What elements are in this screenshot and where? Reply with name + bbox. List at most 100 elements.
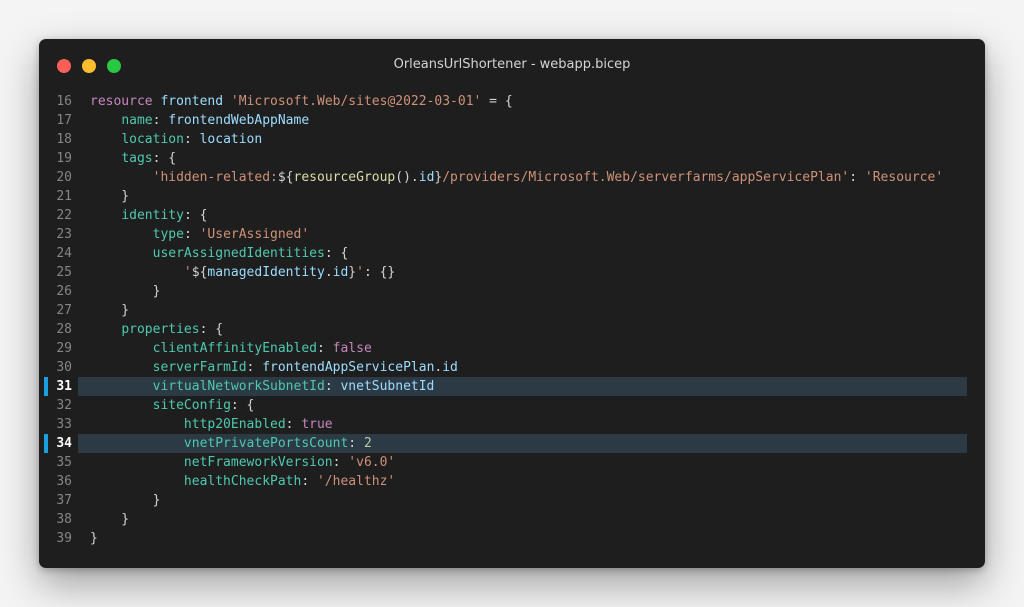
code-area[interactable]: 16 resource frontend 'Microsoft.Web/sites… (39, 92, 985, 548)
code-line[interactable]: 24 userAssignedIdentities: { (39, 244, 985, 263)
code-token: frontendWebAppName (168, 113, 310, 128)
code-line[interactable]: 26 } (39, 282, 985, 301)
code-token: netFrameworkVersion (183, 455, 333, 470)
line-number: 32 (56, 398, 72, 413)
code-line[interactable]: 27 } (39, 301, 985, 320)
line-number: 33 (56, 417, 72, 432)
code-token: type (152, 227, 184, 242)
code-token: virtualNetworkSubnetId (152, 379, 325, 394)
code-token: : { (324, 246, 349, 261)
line-source: } (90, 282, 161, 301)
line-source: resource frontend 'Microsoft.Web/sites@2… (90, 92, 513, 111)
line-number: 37 (56, 493, 72, 508)
code-token: location (121, 132, 184, 147)
line-source: } (90, 510, 129, 529)
code-token: '/healthz' (316, 474, 396, 489)
code-line-highlighted[interactable]: 34 vnetPrivatePortsCount: 2 (39, 434, 985, 453)
code-token: false (332, 341, 372, 356)
code-line[interactable]: 19 tags: { (39, 149, 985, 168)
code-token: : (324, 379, 341, 394)
code-token: : (152, 113, 169, 128)
code-token: } (90, 284, 161, 299)
code-line[interactable]: 30 serverFarmId: frontendAppServicePlan.… (39, 358, 985, 377)
line-number: 26 (56, 284, 72, 299)
code-line[interactable]: 29 clientAffinityEnabled: false (39, 339, 985, 358)
code-line-highlighted[interactable]: 31 virtualNetworkSubnetId: vnetSubnetId (39, 377, 985, 396)
line-number: 39 (56, 531, 72, 546)
code-token: ${ (191, 265, 208, 280)
code-token: clientAffinityEnabled (152, 341, 317, 356)
code-line[interactable]: 36 healthCheckPath: '/healthz' (39, 472, 985, 491)
line-source: vnetPrivatePortsCount: 2 (90, 434, 372, 453)
line-source: netFrameworkVersion: 'v6.0' (90, 453, 395, 472)
editor-window: OrleansUrlShortener - webapp.bicep 16 res… (39, 39, 985, 568)
line-number: 35 (56, 455, 72, 470)
line-source: name: frontendWebAppName (90, 111, 309, 130)
code-line[interactable]: 32 siteConfig: { (39, 396, 985, 415)
code-token: ${ (277, 170, 294, 185)
line-number: 20 (56, 170, 72, 185)
code-token: : (849, 170, 865, 185)
code-line[interactable]: 17 name: frontendWebAppName (39, 111, 985, 130)
code-line[interactable]: 16 resource frontend 'Microsoft.Web/sites… (39, 92, 985, 111)
code-token: 'UserAssigned' (199, 227, 310, 242)
code-line[interactable]: 23 type: 'UserAssigned' (39, 225, 985, 244)
line-source: 'hidden-related:${resourceGroup().id}/pr… (90, 168, 944, 187)
code-token: ' (356, 265, 364, 280)
title-bar: OrleansUrlShortener - webapp.bicep (39, 39, 985, 95)
code-line[interactable]: 20 'hidden-related:${resourceGroup().id}… (39, 168, 985, 187)
code-line[interactable]: 22 identity: { (39, 206, 985, 225)
line-number: 19 (56, 151, 72, 166)
code-token: : (301, 474, 317, 489)
code-line[interactable]: 25 '${managedIdentity.id}': {} (39, 263, 985, 282)
code-token: id (442, 360, 458, 375)
code-line[interactable]: 39} (39, 529, 985, 548)
line-number: 29 (56, 341, 72, 356)
code-token: : (183, 227, 200, 242)
code-line[interactable]: 35 netFrameworkVersion: 'v6.0' (39, 453, 985, 472)
line-source: type: 'UserAssigned' (90, 225, 310, 244)
code-token: } (90, 303, 130, 318)
code-token: frontendAppServicePlan (262, 360, 435, 375)
line-number: 31 (56, 379, 72, 394)
code-token: : (332, 455, 349, 470)
code-token: properties (121, 322, 200, 337)
line-source: } (90, 187, 129, 206)
line-source: } (90, 491, 161, 510)
code-token: vnetPrivatePortsCount (183, 436, 349, 451)
code-token: siteConfig (152, 398, 231, 413)
line-source: virtualNetworkSubnetId: vnetSubnetId (90, 377, 435, 396)
code-token: : { (199, 322, 224, 337)
line-source: identity: { (90, 206, 207, 225)
line-source: http20Enabled: true (90, 415, 333, 434)
line-number: 22 (56, 208, 72, 223)
line-number: 18 (56, 132, 72, 147)
code-line[interactable]: 28 properties: { (39, 320, 985, 339)
code-token: 'Resource' (864, 170, 944, 185)
code-line[interactable]: 18 location: location (39, 130, 985, 149)
code-token: 2 (363, 436, 372, 451)
code-line[interactable]: 33 http20Enabled: true (39, 415, 985, 434)
code-line[interactable]: 37 } (39, 491, 985, 510)
line-source: properties: { (90, 320, 223, 339)
code-token: 'Microsoft.Web/sites@2022-03-01' (230, 94, 482, 109)
code-token: } (348, 265, 357, 280)
code-token: = { (481, 94, 513, 109)
code-token: : (183, 132, 200, 147)
line-number: 24 (56, 246, 72, 261)
code-token: : (285, 417, 302, 432)
code-line[interactable]: 38 } (39, 510, 985, 529)
code-line[interactable]: 21 } (39, 187, 985, 206)
code-token: identity (121, 208, 184, 223)
